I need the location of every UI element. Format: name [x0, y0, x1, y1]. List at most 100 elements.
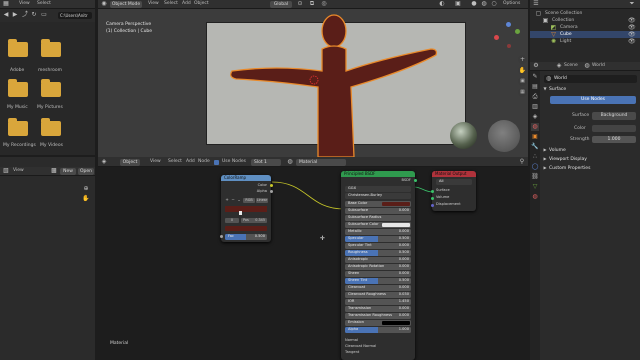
editor-type-icon[interactable]: ◈ — [100, 158, 108, 166]
editor-type-icon[interactable]: ☰ — [532, 0, 540, 8]
bsdf-input-row[interactable]: Roughness 0.500 — [345, 250, 411, 256]
bsdf-color-swatch[interactable] — [382, 223, 410, 227]
ortho-toggle-button[interactable]: ▦ — [518, 88, 527, 97]
modifier-tab-icon[interactable]: 🔧 — [531, 143, 539, 151]
outliner-item-cube[interactable]: ▽ Cube — [530, 31, 640, 38]
menu-add[interactable]: Add — [182, 1, 191, 6]
shading-rendered-icon[interactable]: ○ — [490, 0, 498, 8]
bsdf-input-row[interactable]: Sheen Tint 0.500 — [345, 278, 411, 284]
bsdf-input-row[interactable]: Clearcoat Roughness 0.030 — [345, 292, 411, 298]
world-datablock-field[interactable]: ◍ World — [544, 75, 637, 83]
gingerbread-character[interactable] — [206, 9, 466, 157]
material-tab-icon[interactable]: ◍ — [531, 193, 539, 201]
snap-icon[interactable]: ⧉ — [308, 0, 316, 8]
back-icon[interactable]: ◀ — [2, 11, 10, 19]
use-nodes-checkbox[interactable] — [214, 159, 219, 165]
bsdf-input-row[interactable]: Subsurface Color — [345, 222, 411, 228]
menu-select[interactable]: Select — [168, 159, 182, 164]
new-image-button[interactable]: New — [60, 168, 76, 175]
object-mode-dropdown[interactable]: Object Mode — [110, 1, 142, 8]
shading-material-icon[interactable]: ◍ — [480, 0, 488, 8]
camera-view-button[interactable]: ▣ — [518, 77, 527, 86]
fac-slider[interactable]: Fac 0.500 — [225, 234, 267, 240]
surface-shader-dropdown[interactable]: Background — [592, 112, 636, 120]
editor-type-icon[interactable]: ◉ — [100, 0, 108, 8]
particles-tab-icon[interactable]: ∴ — [531, 153, 539, 161]
path-field[interactable]: C:\Users\Anitr — [58, 12, 92, 19]
world-tab-icon[interactable]: ◍ — [531, 123, 539, 131]
out-color-socket[interactable] — [269, 184, 273, 187]
editor-type-icon[interactable]: ▦ — [2, 0, 10, 8]
distribution-dropdown[interactable]: GGX — [345, 186, 411, 192]
color-mode-dropdown[interactable]: RGB — [243, 198, 255, 203]
parent-dir-icon[interactable]: ⤴ — [21, 11, 29, 19]
navigation-gizmo[interactable] — [494, 22, 522, 50]
editor-type-icon[interactable]: ⚙ — [532, 62, 540, 70]
stop-position-field[interactable]: Pos 0.345 — [241, 218, 267, 223]
tool-tab-icon[interactable]: ✎ — [531, 73, 539, 81]
bsdf-input-row[interactable]: Alpha 1.000 — [345, 327, 411, 333]
physics-tab-icon[interactable]: ◯ — [531, 163, 539, 171]
pin-icon[interactable]: ⚲ — [518, 158, 526, 166]
bsdf-input-row[interactable]: Specular 0.500 — [345, 236, 411, 242]
refresh-icon[interactable]: ↻ — [30, 11, 38, 19]
use-nodes-button[interactable]: Use Nodes — [550, 96, 636, 104]
stop-index-field[interactable]: 0 — [225, 218, 239, 223]
open-image-button[interactable]: Open — [78, 168, 94, 175]
menu-view[interactable]: View — [150, 159, 161, 164]
bsdf-color-swatch[interactable] — [382, 321, 410, 325]
slot-dropdown[interactable]: Slot 1 — [251, 158, 281, 166]
node-canvas[interactable]: ColorRamp Color Alpha + − ⌄ RGB Linear 0… — [98, 167, 528, 360]
hand-icon[interactable]: ✋ — [82, 195, 90, 203]
zoom-view-button[interactable]: + — [518, 55, 527, 64]
menu-node[interactable]: Node — [198, 159, 210, 164]
material-name-field[interactable]: Material — [296, 158, 346, 166]
overlay-icon[interactable]: ◐ — [438, 0, 446, 8]
bsdf-input-row[interactable]: Base Color — [345, 201, 411, 207]
fac-socket[interactable] — [219, 235, 223, 238]
shading-solid-icon[interactable]: ● — [470, 0, 478, 8]
bsdf-input-row[interactable]: Sheen 0.000 — [345, 271, 411, 277]
data-tab-icon[interactable]: ▽ — [531, 183, 539, 191]
bsdf-input-row[interactable]: Transmission 0.000 — [345, 306, 411, 312]
surface-socket[interactable] — [430, 190, 434, 193]
visibility-eye-icon[interactable]: 👁 — [628, 38, 636, 46]
bsdf-header[interactable]: Principled BSDF — [341, 171, 415, 177]
bsdf-input-row[interactable]: Transmission Roughness 0.000 — [345, 313, 411, 319]
world-tab[interactable]: World — [592, 63, 605, 68]
bsdf-output-socket[interactable] — [413, 179, 417, 182]
pan-view-button[interactable]: ✋ — [518, 66, 527, 75]
bsdf-input-row[interactable]: Subsurface Radius — [345, 215, 411, 221]
color-ramp-bar[interactable] — [225, 206, 267, 212]
colorramp-node[interactable]: ColorRamp Color Alpha + − ⌄ RGB Linear 0… — [219, 175, 273, 242]
constraints-tab-icon[interactable]: ⛓ — [531, 173, 539, 181]
output-tab-icon[interactable]: ⎙ — [531, 93, 539, 101]
menu-view[interactable]: View — [13, 168, 24, 173]
volume-socket[interactable] — [430, 197, 434, 200]
bsdf-input-row[interactable]: Anisotropic Rotation 0.000 — [345, 264, 411, 270]
bsdf-input-row[interactable]: IOR 1.450 — [345, 299, 411, 305]
bsdf-input-row[interactable]: Specular Tint 0.000 — [345, 243, 411, 249]
interpolation-dropdown[interactable]: Linear — [256, 198, 268, 203]
stop-color-swatch[interactable] — [225, 226, 267, 231]
target-dropdown[interactable]: All — [436, 179, 472, 185]
displacement-socket[interactable] — [430, 204, 434, 207]
viewport-3d[interactable]: ◉ Object Mode View Select Add Object Glo… — [98, 0, 528, 157]
pivot-icon[interactable]: ⊙ — [296, 0, 304, 8]
ramp-stop-marker[interactable] — [239, 211, 242, 215]
bsdf-input-row[interactable]: Metallic 0.000 — [345, 229, 411, 235]
bsdf-input-row[interactable]: Anisotropic 0.000 — [345, 257, 411, 263]
menu-select[interactable]: Select — [164, 1, 178, 6]
principled-bsdf-node[interactable]: Principled BSDF BSDF GGX Christensen-Bur… — [341, 171, 417, 360]
zoom-icon[interactable]: ⊕ — [82, 185, 90, 193]
orientation-dropdown[interactable]: Global — [270, 1, 292, 8]
bsdf-color-swatch[interactable] — [382, 202, 410, 206]
material-output-node[interactable]: Material Output All Surface Volume Displ… — [430, 171, 476, 211]
menu-view[interactable]: View — [19, 1, 30, 6]
menu-object[interactable]: Object — [194, 1, 209, 6]
subsurface-method-dropdown[interactable]: Christensen-Burley — [345, 193, 411, 199]
bsdf-input-row[interactable]: Subsurface 0.000 — [345, 208, 411, 214]
proportional-edit-icon[interactable]: ◎ — [320, 0, 328, 8]
forward-icon[interactable]: ▶ — [11, 11, 19, 19]
bsdf-input-row[interactable]: Clearcoat 0.000 — [345, 285, 411, 291]
